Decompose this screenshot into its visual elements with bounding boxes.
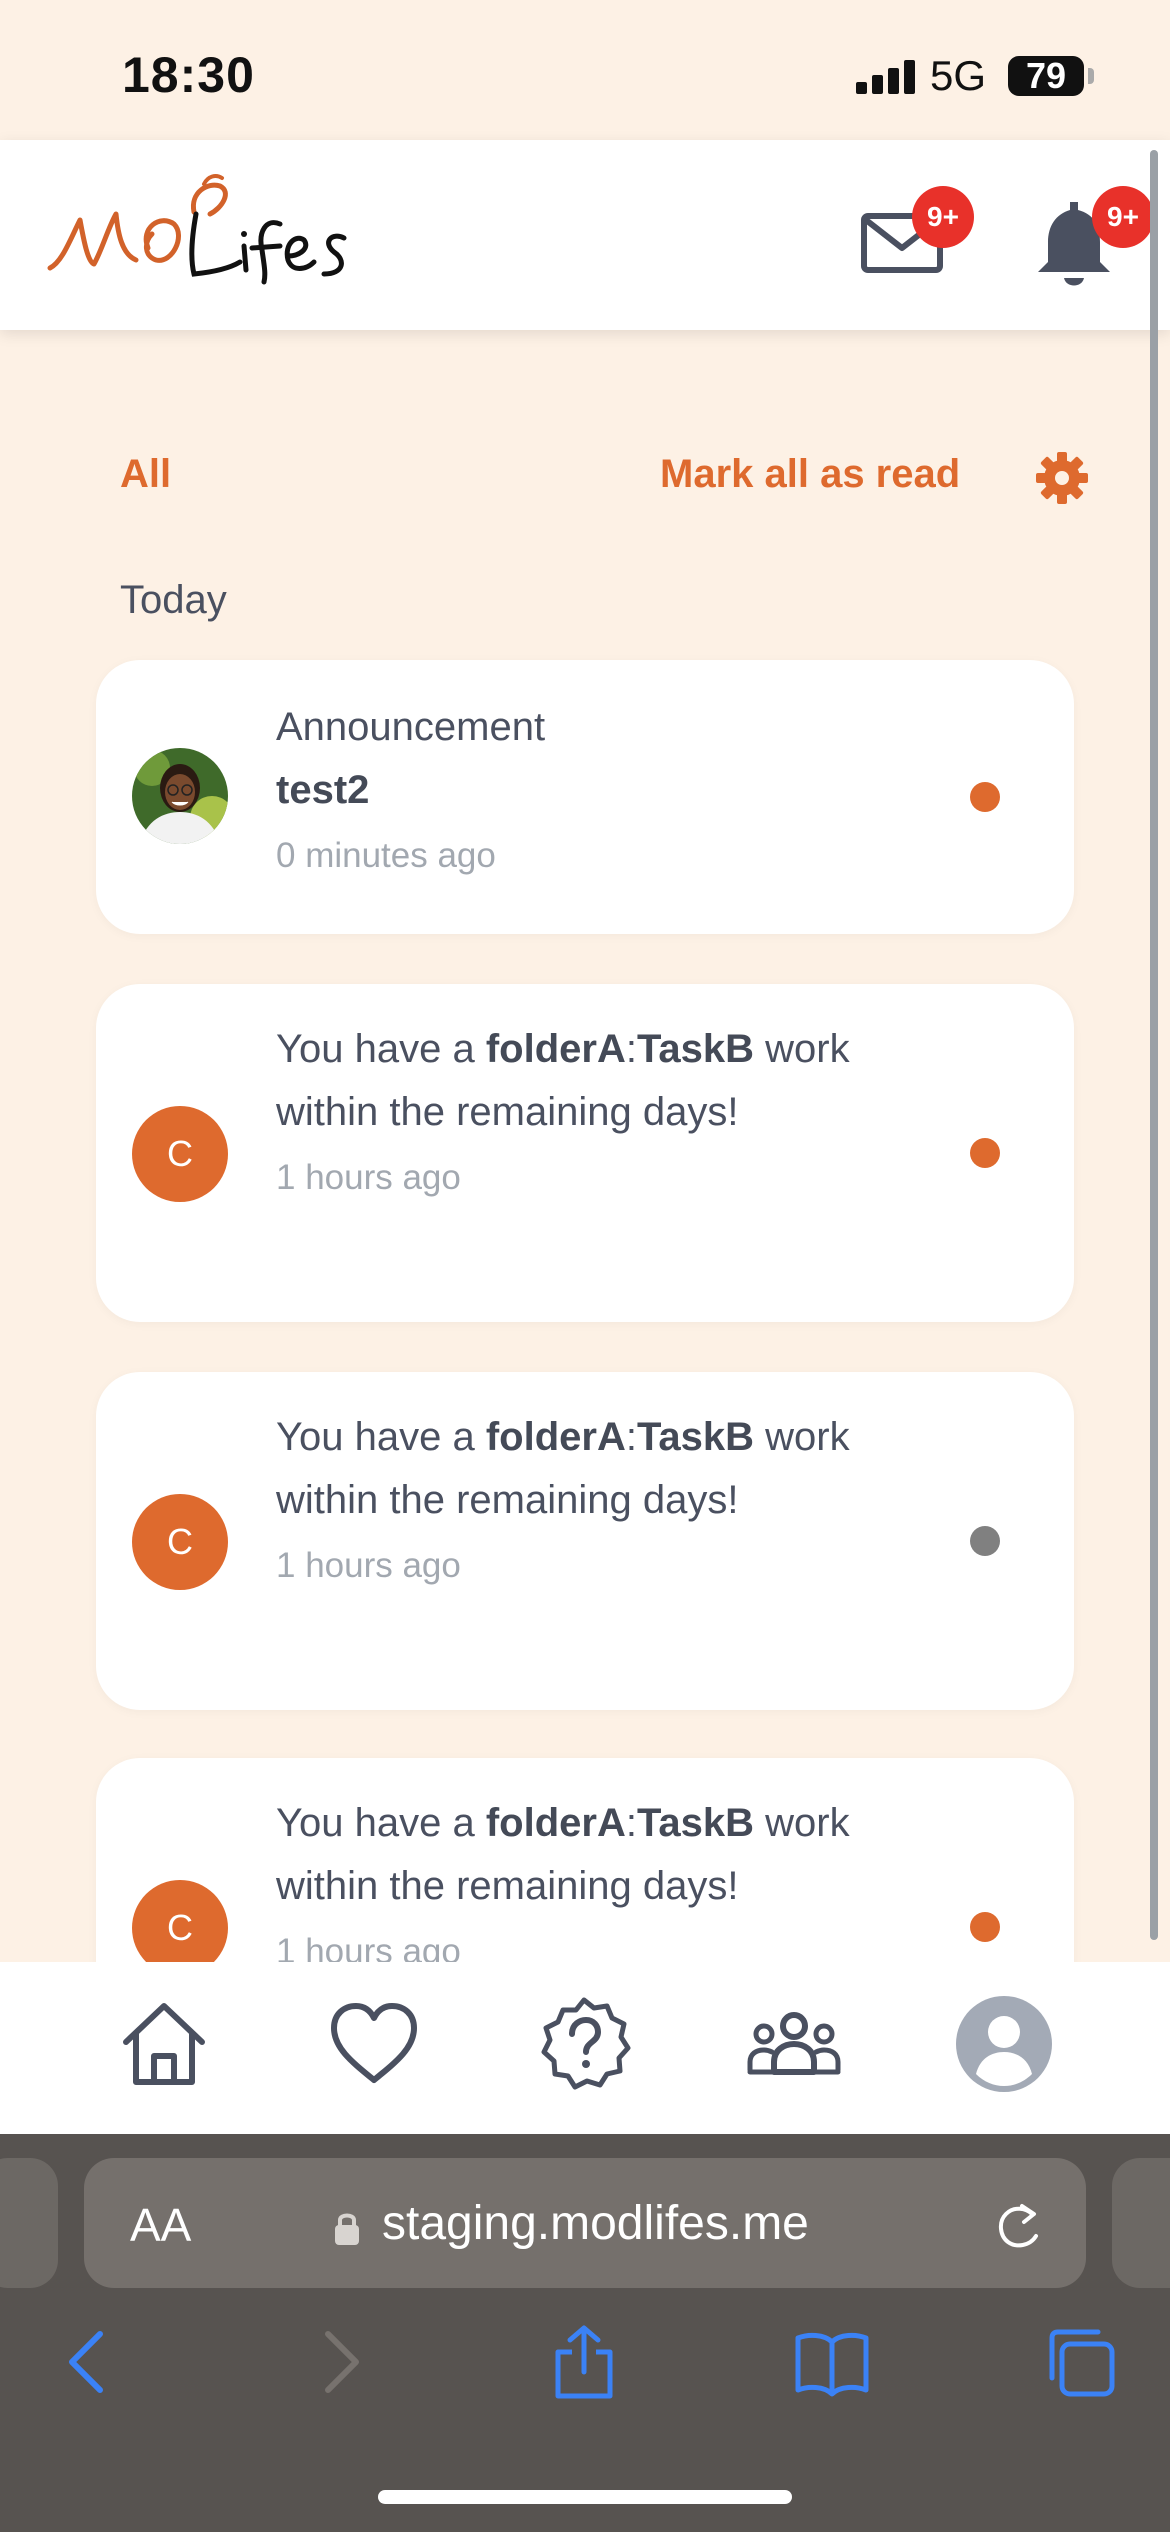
back-button[interactable] — [50, 2324, 126, 2400]
notifications-button[interactable]: 9+ — [1030, 186, 1154, 292]
address-bar[interactable]: AA staging.modlifes.me — [84, 2158, 1086, 2288]
bookmarks-button[interactable] — [794, 2324, 870, 2400]
notification-message: You have a folderA:TaskB work within the… — [276, 1415, 850, 1522]
notification-time: 1 hours ago — [276, 1932, 461, 1962]
community-icon — [747, 2012, 841, 2075]
notification-card[interactable]: C You have a folderA:TaskB work within t… — [96, 1758, 1074, 1962]
mail-badge: 9+ — [912, 186, 974, 248]
avatar: C — [132, 1880, 228, 1962]
notification-card[interactable]: C You have a folderA:TaskB work within t… — [96, 1372, 1074, 1710]
app-header: 9+ 9+ — [0, 140, 1170, 330]
notification-category: Announcement — [276, 705, 546, 749]
question-badge-icon — [541, 1997, 631, 2090]
bottom-nav — [0, 1962, 1170, 2134]
notification-card[interactable]: C You have a folderA:TaskB work within t… — [96, 984, 1074, 1322]
nav-community-button[interactable] — [742, 1992, 846, 2096]
avatar: C — [132, 1106, 228, 1202]
previous-tab-peek[interactable] — [0, 2158, 58, 2288]
settings-button[interactable] — [1034, 450, 1090, 506]
share-button[interactable] — [546, 2324, 622, 2400]
nav-favorites-button[interactable] — [322, 1992, 426, 2096]
home-indicator[interactable] — [378, 2490, 792, 2504]
tabs-icon — [1049, 2329, 1115, 2397]
heart-icon — [331, 2003, 417, 2083]
share-icon — [555, 2325, 613, 2399]
notification-message: You have a folderA:TaskB work within the… — [276, 1027, 850, 1134]
browser-toolbar: AA staging.modlifes.me — [0, 2134, 1170, 2532]
nav-profile-button[interactable] — [952, 1992, 1056, 2096]
home-icon — [123, 2003, 205, 2085]
forward-button[interactable] — [302, 2324, 378, 2400]
mail-button[interactable]: 9+ — [856, 186, 974, 292]
mark-all-read-button[interactable]: Mark all as read — [660, 452, 960, 497]
read-dot — [970, 1526, 1000, 1556]
notification-time: 1 hours ago — [276, 1158, 461, 1197]
avatar — [132, 748, 228, 844]
nav-help-button[interactable] — [532, 1992, 636, 2096]
modlifes-logo[interactable] — [44, 170, 364, 300]
notification-time: 1 hours ago — [276, 1546, 461, 1585]
book-icon — [795, 2332, 869, 2397]
lock-icon — [332, 2208, 362, 2248]
next-tab-peek[interactable] — [1112, 2158, 1170, 2288]
notification-card[interactable]: Announcement test2 0 minutes ago — [96, 660, 1074, 934]
scrollbar[interactable] — [1150, 150, 1158, 1940]
tabs-button[interactable] — [1042, 2324, 1118, 2400]
profile-icon — [956, 1996, 1052, 2092]
url-text: staging.modlifes.me — [382, 2197, 809, 2250]
unread-dot — [970, 1912, 1000, 1942]
gear-icon — [1036, 452, 1088, 504]
unread-dot — [970, 782, 1000, 812]
nav-home-button[interactable] — [112, 1992, 216, 2096]
reload-icon — [999, 2204, 1038, 2248]
notification-title: test2 — [276, 768, 370, 812]
section-title-today: Today — [120, 578, 227, 622]
chevron-right-icon — [325, 2331, 359, 2393]
reload-button[interactable] — [992, 2198, 1046, 2252]
avatar: C — [132, 1494, 228, 1590]
reader-options-button[interactable]: AA — [130, 2198, 191, 2252]
unread-dot — [970, 1138, 1000, 1168]
notification-message: You have a folderA:TaskB work within the… — [276, 1801, 850, 1908]
filter-all-tab[interactable]: All — [120, 452, 171, 497]
notification-time: 0 minutes ago — [276, 836, 496, 875]
notifications-badge: 9+ — [1092, 186, 1154, 248]
chevron-left-icon — [69, 2331, 103, 2393]
